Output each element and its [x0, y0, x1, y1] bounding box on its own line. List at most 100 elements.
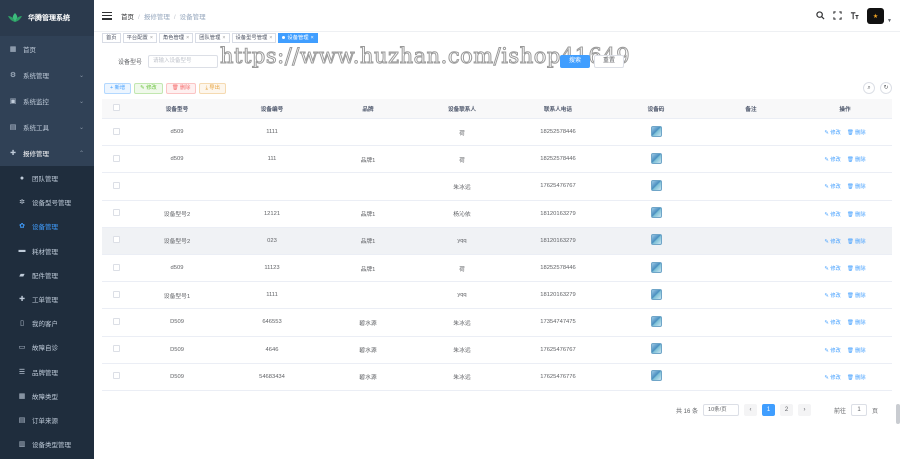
qrcode-icon[interactable] [650, 370, 662, 382]
submenu-item-2[interactable]: ✿ 设备管理 [0, 214, 94, 238]
caret-down-icon[interactable]: ▼ [887, 18, 892, 24]
logo[interactable]: 华腾管理系统 [0, 0, 94, 36]
sidebar-item-1[interactable]: ⚙ 系统管理 ⌄ [0, 62, 94, 88]
submenu-item-5[interactable]: ✚ 工单管理 [0, 287, 94, 311]
row-delete-button[interactable]: 🗑 删除 [847, 157, 866, 163]
close-icon[interactable]: × [269, 35, 272, 41]
row-delete-button[interactable]: 🗑 删除 [847, 375, 866, 381]
row-delete-button[interactable]: 🗑 删除 [847, 320, 866, 326]
row-checkbox[interactable] [112, 372, 120, 380]
refresh-icon[interactable]: ↻ [880, 82, 892, 94]
qrcode-icon[interactable] [650, 234, 662, 246]
font-size-icon[interactable] [850, 11, 859, 22]
table-row[interactable]: 设备型号2 023 品牌1 yqq 18120163279 ✎ 修改 🗑 删除 [102, 227, 892, 255]
table-row[interactable]: D509 646553 碧水源 朱冰远 17354747475 ✎ 修改 🗑 删除 [102, 309, 892, 337]
page-button-2[interactable]: 2 [780, 404, 794, 416]
row-delete-button[interactable]: 🗑 删除 [847, 293, 866, 299]
select-all-checkbox[interactable] [112, 104, 120, 111]
close-icon[interactable]: × [150, 35, 153, 41]
row-checkbox[interactable] [112, 181, 120, 189]
row-edit-button[interactable]: ✎ 修改 [824, 212, 841, 218]
submenu-item-8[interactable]: ☰ 品牌管理 [0, 360, 94, 384]
row-edit-button[interactable]: ✎ 修改 [824, 375, 841, 381]
row-edit-button[interactable]: ✎ 修改 [824, 320, 841, 326]
row-checkbox[interactable] [112, 127, 120, 135]
row-edit-button[interactable]: ✎ 修改 [824, 266, 841, 272]
next-page-button[interactable]: › [798, 404, 812, 416]
fullscreen-icon[interactable] [833, 10, 842, 22]
row-checkbox[interactable] [112, 236, 120, 244]
submenu-item-11[interactable]: ▥ 设备类型管理 [0, 432, 94, 456]
submenu-item-10[interactable]: ▤ 订单来源 [0, 408, 94, 432]
row-edit-button[interactable]: ✎ 修改 [824, 293, 841, 299]
reset-button[interactable]: 重置 [594, 55, 624, 68]
table-row[interactable]: D509 54683434 碧水源 朱冰远 17625476776 ✎ 修改 🗑 删除 [102, 364, 892, 391]
tag-3[interactable]: 团队管理 × [195, 33, 230, 43]
prev-page-button[interactable]: ‹ [744, 404, 758, 416]
tag-1[interactable]: 平台配置 × [122, 33, 157, 43]
qrcode-icon[interactable] [650, 152, 662, 164]
edit-button[interactable]: ✎ 修改 [134, 83, 163, 94]
tag-5[interactable]: 设备管理 × [278, 33, 318, 43]
submenu-item-0[interactable]: ● 团队管理 [0, 166, 94, 190]
sidebar-item-3[interactable]: ▤ 系统工具 ⌄ [0, 114, 94, 140]
row-edit-button[interactable]: ✎ 修改 [824, 157, 841, 163]
page-button-1[interactable]: 1 [762, 404, 776, 416]
close-icon[interactable]: × [222, 35, 225, 41]
table-row[interactable]: d509 1111 荷 18252578446 ✎ 修改 🗑 删除 [102, 119, 892, 147]
table-row[interactable]: 朱冰远 17625476767 ✎ 修改 🗑 删除 [102, 173, 892, 201]
row-delete-button[interactable]: 🗑 删除 [847, 130, 866, 136]
qrcode-icon[interactable] [650, 207, 662, 219]
avatar[interactable]: ★ [867, 8, 885, 24]
table-row[interactable]: 设备型号1 1111 yqq 18120163279 ✎ 修改 🗑 删除 [102, 282, 892, 310]
export-button[interactable]: ⤓ 导出 [199, 83, 226, 94]
submenu-item-3[interactable]: ▬ 耗材管理 [0, 239, 94, 263]
sidebar-item-0[interactable]: ▦ 首页 [0, 36, 94, 62]
delete-button[interactable]: 🗑 删除 [165, 83, 197, 94]
table-row[interactable]: d509 111 品牌1 荷 18252578446 ✎ 修改 🗑 删除 [102, 146, 892, 174]
row-edit-button[interactable]: ✎ 修改 [824, 130, 841, 136]
row-edit-button[interactable]: ✎ 修改 [824, 184, 841, 190]
row-delete-button[interactable]: 🗑 删除 [847, 184, 866, 190]
submenu-item-7[interactable]: ▭ 故障自诊 [0, 335, 94, 359]
close-icon[interactable]: × [311, 35, 314, 41]
row-delete-button[interactable]: 🗑 删除 [847, 266, 866, 272]
model-input[interactable]: 请输入设备型号 [148, 55, 219, 68]
row-edit-button[interactable]: ✎ 修改 [824, 348, 841, 354]
qrcode-icon[interactable] [650, 261, 662, 273]
submenu-item-1[interactable]: ✲ 设备型号管理 [0, 190, 94, 214]
goto-page-input[interactable]: 1 [851, 404, 868, 416]
row-checkbox[interactable] [112, 263, 120, 271]
tag-0[interactable]: 首页 [102, 33, 121, 43]
toggle-search-icon[interactable]: ⌕ [863, 82, 875, 94]
submenu-item-6[interactable]: ▯ 我的客户 [0, 311, 94, 335]
sidebar-item-2[interactable]: ▣ 系统监控 ⌄ [0, 88, 94, 114]
qrcode-icon[interactable] [650, 315, 662, 327]
row-checkbox[interactable] [112, 317, 120, 325]
search-icon[interactable] [816, 10, 825, 22]
qrcode-icon[interactable] [650, 288, 662, 300]
page-size-select[interactable]: 10条/页 [703, 404, 740, 416]
search-button[interactable]: 搜索 [560, 55, 590, 68]
scrollbar[interactable] [896, 404, 900, 424]
qrcode-icon[interactable] [650, 125, 662, 137]
row-delete-button[interactable]: 🗑 删除 [847, 239, 866, 245]
breadcrumb-home[interactable]: 首页 [121, 14, 134, 21]
table-row[interactable]: 设备型号2 12121 品牌1 杨沁依 18120163279 ✎ 修改 🗑 删除 [102, 201, 892, 228]
submenu-item-9[interactable]: ▦ 故障类型 [0, 384, 94, 408]
submenu-item-4[interactable]: ▰ 配件管理 [0, 263, 94, 287]
qrcode-icon[interactable] [650, 343, 662, 355]
table-row[interactable]: D509 4646 碧水源 朱冰远 17625476767 ✎ 修改 🗑 删除 [102, 337, 892, 364]
row-edit-button[interactable]: ✎ 修改 [824, 239, 841, 245]
row-checkbox[interactable] [112, 345, 120, 353]
add-button[interactable]: + 新增 [104, 83, 132, 94]
tag-2[interactable]: 角色管理 × [158, 33, 194, 43]
table-row[interactable]: d509 11123 品牌1 荷 18252578446 ✎ 修改 🗑 删除 [102, 255, 892, 283]
row-delete-button[interactable]: 🗑 删除 [847, 212, 866, 218]
tag-4[interactable]: 设备型号管理 × [231, 33, 277, 43]
sidebar-item-4[interactable]: ✚ 报修管理 ⌃ [0, 140, 94, 166]
row-delete-button[interactable]: 🗑 删除 [847, 348, 866, 354]
qrcode-icon[interactable] [650, 179, 662, 191]
row-checkbox[interactable] [112, 154, 120, 162]
hamburger-icon[interactable] [102, 11, 112, 20]
